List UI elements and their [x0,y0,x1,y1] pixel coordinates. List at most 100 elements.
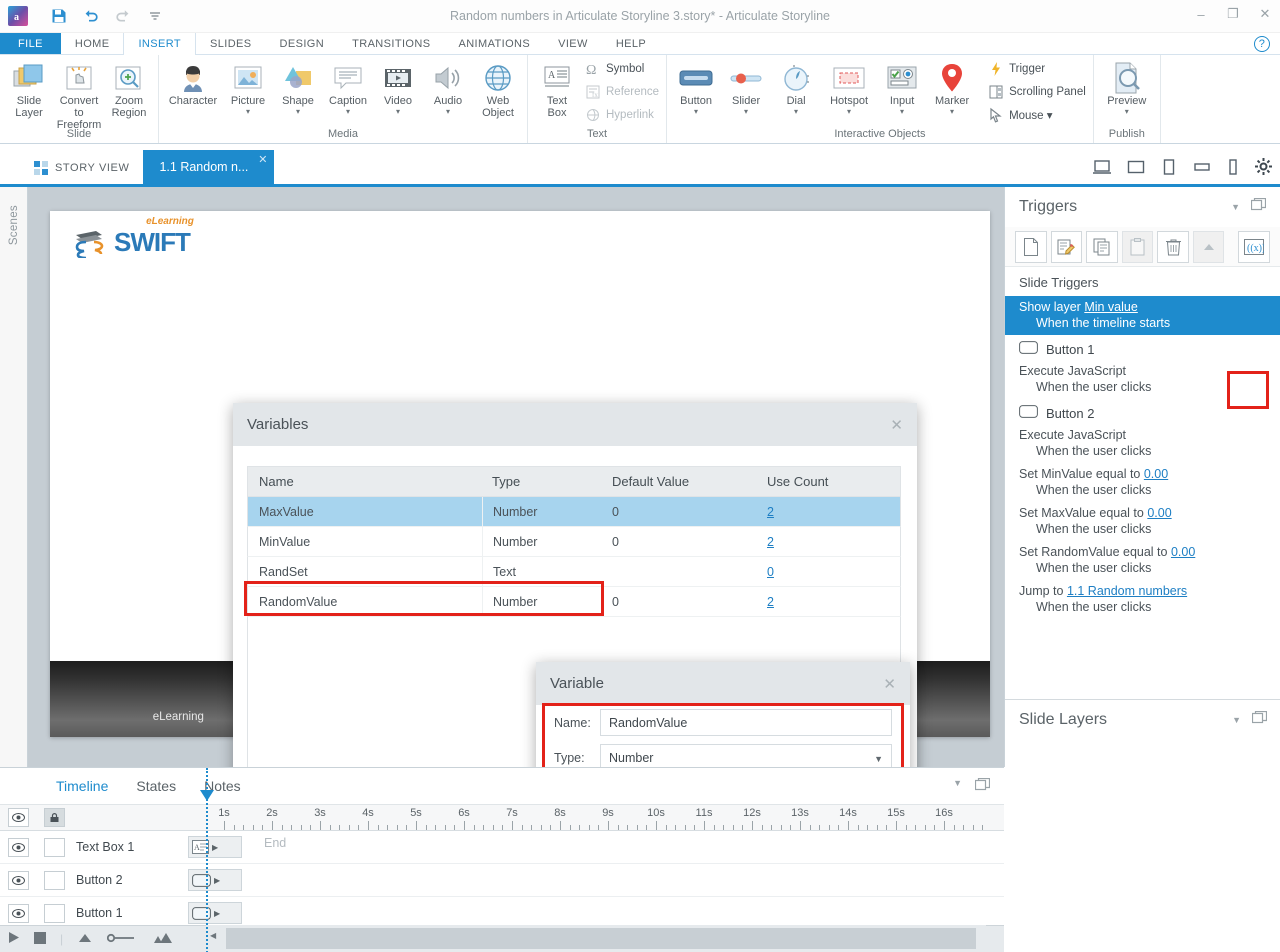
timeline-row-visibility-toggle[interactable] [0,837,36,857]
use-count-link[interactable]: 2 [767,535,774,549]
timeline-ruler[interactable]: 1s 2s 3s 4s 5s 6s 7s 8s 9s 10s 11s 12s 13s 14s 15s 16s [176,805,1004,830]
variable-use-count-cell[interactable]: 2 [757,535,897,549]
button-caret-icon[interactable]: ▾ [694,107,698,116]
caption-button[interactable]: Caption ▾ [323,57,373,116]
video-caret-icon[interactable]: ▾ [396,107,400,116]
timeline-object-chip[interactable]: ▶ [188,902,242,924]
timeline-undock-icon[interactable] [974,777,991,794]
stop-button[interactable] [34,931,46,947]
use-count-link[interactable]: 2 [767,595,774,609]
ribbon-tab-insert[interactable]: INSERT [123,33,196,56]
timeline-row-track[interactable]: ▶ [176,864,1004,896]
trigger-link[interactable]: 0.00 [1171,545,1195,559]
variables-table-row[interactable]: RandomValue Number 0 2 [247,587,901,617]
audio-caret-icon[interactable]: ▾ [446,107,450,116]
slider-button[interactable]: Slider ▾ [721,57,771,116]
timeline-object-chip[interactable]: ▶ [188,869,242,891]
hotspot-button[interactable]: Hotspot ▾ [821,57,877,116]
caption-caret-icon[interactable]: ▾ [346,107,350,116]
timeline-horizontal-scrollbar[interactable]: ◀ [206,925,986,952]
timeline-row-lock-toggle[interactable] [36,870,72,890]
timeline-object-chip[interactable]: A ▶ [188,836,242,858]
chip-expand-icon[interactable]: ▶ [214,909,220,918]
picture-button[interactable]: Picture ▾ [223,57,273,116]
ribbon-tab-view[interactable]: VIEW [544,33,602,54]
timeline-row-visibility-toggle[interactable] [0,870,36,890]
mouse-button[interactable]: Mouse ▾ [985,104,1089,127]
timeline-row-lock-toggle[interactable] [36,903,72,923]
slide-tab-close-icon[interactable]: ✕ [258,153,267,166]
trigger-item[interactable]: Set RandomValue equal to 0.00 When the us… [1005,541,1280,580]
marker-button[interactable]: Marker ▾ [927,57,977,116]
trigger-object-row[interactable]: Button 1 [1005,335,1280,360]
trigger-item[interactable]: Execute JavaScript When the user clicks [1005,360,1280,399]
character-button[interactable]: Character [163,57,223,107]
picture-caret-icon[interactable]: ▾ [246,107,250,116]
chevron-down-icon[interactable]: ▼ [874,754,883,764]
slide-tab-1-1[interactable]: 1.1 Random n... ✕ [143,150,275,184]
phone-landscape-view-icon[interactable] [1193,159,1211,178]
phone-portrait-view-icon[interactable] [1227,158,1239,178]
trigger-button[interactable]: Trigger [985,58,1089,81]
scenes-rail[interactable]: Scenes [0,187,28,767]
new-trigger-button[interactable] [1015,230,1047,263]
animation-start-button[interactable] [77,932,93,946]
footer-link[interactable]: eLearning [153,711,204,723]
timeline-row-visibility-toggle[interactable] [0,903,36,923]
scroll-left-icon[interactable]: ◀ [210,931,216,940]
timeline-tab-timeline[interactable]: Timeline [56,778,108,794]
maximize-button[interactable]: ❐ [1224,6,1242,22]
variables-table-row[interactable]: MinValue Number 0 2 [247,527,901,557]
input-button[interactable]: Input ▾ [877,57,927,116]
slide-layers-collapse-icon[interactable]: ▼ [1232,715,1241,725]
triggers-panel-undock-icon[interactable] [1250,197,1267,216]
ribbon-tab-design[interactable]: DESIGN [266,33,339,54]
input-caret-icon[interactable]: ▾ [900,107,904,116]
trigger-item[interactable]: Set MaxValue equal to 0.00 When the user … [1005,502,1280,541]
scrolling-panel-button[interactable]: Scrolling Panel [985,81,1089,104]
chip-expand-icon[interactable]: ▶ [214,876,220,885]
use-count-link[interactable]: 0 [767,565,774,579]
trigger-item[interactable]: Set MinValue equal to 0.00 When the user … [1005,463,1280,502]
trigger-item[interactable]: Jump to 1.1 Random numbers When the user … [1005,580,1280,619]
text-box-button[interactable]: A Text Box [532,57,582,119]
trigger-item[interactable]: Execute JavaScript When the user clicks [1005,424,1280,463]
convert-to-freeform-button[interactable]: Convert to Freeform [54,57,104,131]
triggers-panel-collapse-icon[interactable]: ▼ [1231,202,1240,212]
button-button[interactable]: Button ▾ [671,57,721,116]
trigger-link[interactable]: 0.00 [1147,506,1171,520]
copy-trigger-button[interactable] [1086,230,1118,263]
trigger-object-row[interactable]: Button 2 [1005,399,1280,424]
close-button[interactable]: ✕ [1256,6,1274,22]
timeline-lock-all-toggle[interactable] [36,805,72,830]
video-button[interactable]: Video ▾ [373,57,423,116]
column-header-type[interactable]: Type [482,467,602,496]
ribbon-tab-slides[interactable]: SLIDES [196,33,266,54]
ribbon-tab-animations[interactable]: ANIMATIONS [444,33,544,54]
ribbon-tab-file[interactable]: FILE [0,33,61,54]
variable-use-count-cell[interactable]: 2 [757,595,897,609]
preview-button[interactable]: Preview ▾ [1098,57,1156,116]
trigger-link[interactable]: 0.00 [1144,467,1168,481]
slider-caret-icon[interactable]: ▾ [744,107,748,116]
manage-variables-button[interactable]: ((x)) [1238,230,1271,263]
timeline-playhead-handle[interactable] [200,790,214,801]
play-button[interactable] [8,931,20,947]
tablet-landscape-view-icon[interactable] [1127,159,1145,178]
seek-control[interactable] [107,932,135,946]
trigger-link[interactable]: Min value [1084,300,1138,314]
variables-table-row[interactable]: RandSet Text 0 [247,557,901,587]
timeline-tab-states[interactable]: States [136,778,176,794]
variable-use-count-cell[interactable]: 0 [757,565,897,579]
help-icon[interactable]: ? [1254,36,1270,52]
trigger-item[interactable]: Show layer Min value When the timeline st… [1005,296,1280,335]
timeline-row-lock-toggle[interactable] [36,837,72,857]
marker-caret-icon[interactable]: ▾ [950,107,954,116]
audio-button[interactable]: Audio ▾ [423,57,473,116]
column-header-default-value[interactable]: Default Value [602,474,757,489]
timeline-row[interactable]: Text Box 1 A ▶ [0,831,1004,864]
web-object-button[interactable]: Web Object [473,57,523,119]
column-header-name[interactable]: Name [248,474,482,489]
column-header-use-count[interactable]: Use Count [757,474,897,489]
story-view-tab[interactable]: STORY VIEW [0,152,143,184]
